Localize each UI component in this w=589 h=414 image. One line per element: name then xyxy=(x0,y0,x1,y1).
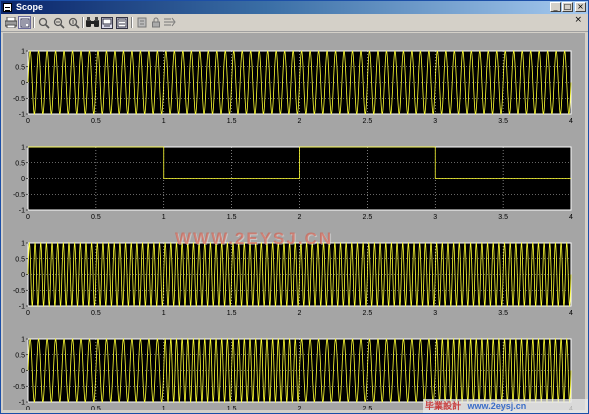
x-tick-label: 0 xyxy=(26,118,30,125)
title-bar[interactable]: Scope _ □ × xyxy=(1,1,588,14)
x-tick-label: 0 xyxy=(26,214,30,221)
y-tick-label: -0.5 xyxy=(13,288,25,295)
y-tick-label: 0.5 xyxy=(15,256,25,263)
x-tick-label: 4 xyxy=(569,406,573,410)
toolbar-separator xyxy=(131,17,133,28)
scope-plots: 10.50-0.5-10 0.5 1 1.5 2 2.5 3 3.5 410.50-0.5-10… xyxy=(13,49,573,411)
x-tick-label: 1 xyxy=(162,118,166,125)
scope-axes-4: 10.50-0.5-10 0.5 1 1.5 2 2.5 3 3.5 4 xyxy=(13,337,573,411)
scope-axes-1: 10.50-0.5-10 0.5 1 1.5 2 2.5 3 3.5 4 xyxy=(13,49,573,126)
x-tick-label: 2.5 xyxy=(363,310,373,317)
close-button[interactable]: × xyxy=(575,2,586,12)
x-tick-label: 0 xyxy=(26,310,30,317)
zoom-x-icon[interactable] xyxy=(52,16,65,29)
x-tick-label: 1.5 xyxy=(227,214,237,221)
print-icon[interactable] xyxy=(4,16,17,29)
y-tick-label: -0.5 xyxy=(13,96,25,103)
window-title: Scope xyxy=(16,2,44,12)
y-tick-label: 0.5 xyxy=(15,160,25,167)
x-tick-label: 3 xyxy=(433,214,437,221)
x-tick-label: 0.5 xyxy=(91,406,101,410)
y-tick-label: -1 xyxy=(19,304,25,311)
y-tick-label: 0 xyxy=(21,80,25,87)
lock-axes-icon[interactable] xyxy=(149,16,162,29)
scope-window: Scope _ □ × × 1 0.5 0 -0.5 -1 0 0.5 1 1.… xyxy=(0,0,589,414)
scope-app-icon xyxy=(3,3,12,12)
zoom-icon[interactable] xyxy=(37,16,50,29)
y-tick-label: -0.5 xyxy=(13,384,25,391)
x-tick-label: 1 xyxy=(162,406,166,410)
x-tick-label: 3 xyxy=(433,310,437,317)
maximize-button[interactable]: □ xyxy=(562,2,573,12)
x-tick-label: 0.5 xyxy=(91,310,101,317)
x-tick-label: 2.5 xyxy=(363,406,373,410)
scope-axes-3: 10.50-0.5-10 0.5 1 1.5 2 2.5 3 3.5 4 xyxy=(13,241,573,318)
x-tick-label: 0.5 xyxy=(91,118,101,125)
x-tick-label: 2.5 xyxy=(363,214,373,221)
x-tick-label: 4 xyxy=(569,310,573,317)
y-tick-label: 1 xyxy=(21,241,25,248)
y-tick-label: 1 xyxy=(21,337,25,344)
y-tick-label: -1 xyxy=(19,112,25,119)
scope-plot-area: 1 0.5 0 -0.5 -1 0 0.5 1 1.5 2 2.5 3 3.5 4 1 0.5 0 -0.5 -1 0… xyxy=(3,33,585,410)
save-axes-icon[interactable] xyxy=(100,16,113,29)
toolbar-separator xyxy=(82,17,84,28)
y-tick-label: 0 xyxy=(21,176,25,183)
x-tick-label: 2.5 xyxy=(363,118,373,125)
parameters-icon[interactable] xyxy=(18,16,31,29)
x-tick-label: 1.5 xyxy=(227,406,237,410)
x-tick-label: 0 xyxy=(26,406,30,410)
y-tick-label: 0 xyxy=(21,272,25,279)
y-tick-label: 0.5 xyxy=(15,64,25,71)
x-tick-label: 3.5 xyxy=(498,214,508,221)
x-tick-label: 3 xyxy=(433,406,437,410)
y-tick-label: 0.5 xyxy=(15,352,25,359)
x-tick-label: 3.5 xyxy=(498,118,508,125)
y-tick-label: -1 xyxy=(19,208,25,215)
x-tick-label: 3.5 xyxy=(498,310,508,317)
x-tick-label: 4 xyxy=(569,118,573,125)
scope-toolbar: × xyxy=(1,15,588,32)
y-tick-label: 1 xyxy=(21,49,25,56)
x-tick-label: 1.5 xyxy=(227,118,237,125)
x-tick-label: 0.5 xyxy=(91,214,101,221)
x-tick-label: 1.5 xyxy=(227,310,237,317)
x-tick-label: 3.5 xyxy=(498,406,508,410)
x-tick-label: 1 xyxy=(162,214,166,221)
x-tick-label: 2 xyxy=(298,214,302,221)
y-tick-label: -0.5 xyxy=(13,192,25,199)
x-tick-label: 1 xyxy=(162,310,166,317)
restore-axes-icon[interactable] xyxy=(115,16,128,29)
toolbar-separator xyxy=(33,17,35,28)
x-tick-label: 4 xyxy=(569,214,573,221)
minimize-button[interactable]: _ xyxy=(550,2,561,12)
x-tick-label: 2 xyxy=(298,118,302,125)
zoom-y-icon[interactable] xyxy=(67,16,80,29)
x-tick-label: 2 xyxy=(298,310,302,317)
x-tick-label: 3 xyxy=(433,118,437,125)
x-tick-label: 2 xyxy=(298,406,302,410)
autoscale-icon[interactable] xyxy=(86,16,99,29)
float-icon[interactable] xyxy=(135,16,148,29)
signal-selection-icon[interactable] xyxy=(163,16,176,29)
y-tick-label: 1 xyxy=(21,145,25,152)
scope-axes-2: 10.50-0.5-10 0.5 1 1.5 2 2.5 3 3.5 4 xyxy=(13,145,573,222)
y-tick-label: -1 xyxy=(19,400,25,407)
menu-close-icon[interactable]: × xyxy=(574,15,582,26)
y-tick-label: 0 xyxy=(21,368,25,375)
